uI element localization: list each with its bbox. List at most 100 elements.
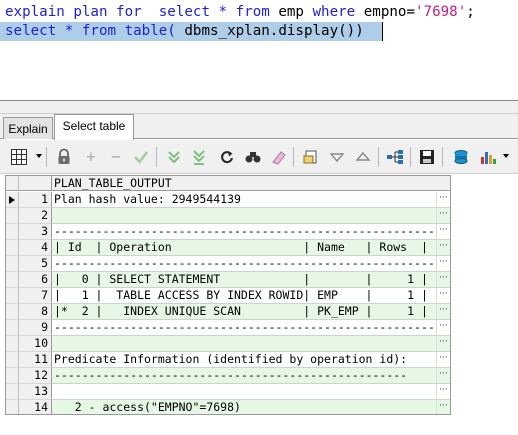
row-indicator[interactable] bbox=[6, 384, 19, 400]
plan-output-cell[interactable]: ----------------------------------------… bbox=[52, 224, 436, 240]
row-number: 6 bbox=[19, 272, 52, 288]
refresh-icon[interactable] bbox=[218, 148, 236, 166]
plan-output-cell[interactable]: |* 2 | INDEX UNIQUE SCAN | PK_EMP | 1 | bbox=[52, 304, 436, 320]
plan-output-cell[interactable]: Predicate Information (identified by ope… bbox=[52, 352, 436, 368]
column-header-plan-table-output[interactable]: PLAN_TABLE_OUTPUT bbox=[52, 176, 450, 191]
plan-output-cell[interactable]: ----------------------------------------… bbox=[52, 320, 436, 336]
table-row[interactable]: 2 ··· bbox=[6, 208, 450, 224]
row-number: 13 bbox=[19, 384, 52, 400]
plan-output-cell[interactable]: Plan hash value: 2949544139 bbox=[52, 192, 436, 208]
table-row[interactable]: 10 ··· bbox=[6, 336, 450, 352]
cell-editor-button[interactable]: ··· bbox=[436, 336, 450, 352]
indicator-header bbox=[6, 176, 19, 191]
code-token: ; bbox=[466, 4, 475, 20]
table-row[interactable]: 7 | 1 | TABLE ACCESS BY INDEX ROWID| EMP … bbox=[6, 288, 450, 304]
plan-output-cell[interactable]: | 0 | SELECT STATEMENT | | 1 | bbox=[52, 272, 436, 288]
table-row[interactable]: 11 Predicate Information (identified by o… bbox=[6, 352, 450, 368]
lock-icon[interactable] bbox=[55, 148, 73, 166]
code-line-2[interactable]: select * from table( dbms_xplan.display(… bbox=[5, 22, 364, 41]
grid-layout-icon[interactable] bbox=[10, 148, 28, 166]
cell-editor-button[interactable]: ··· bbox=[436, 272, 450, 288]
code-token: explain plan for select * from bbox=[5, 4, 279, 20]
row-indicator[interactable] bbox=[6, 272, 19, 288]
clear-icon[interactable] bbox=[270, 148, 288, 166]
row-indicator[interactable] bbox=[6, 400, 19, 414]
toolbar-separator bbox=[410, 147, 411, 167]
row-number: 3 bbox=[19, 224, 52, 240]
current-row-arrow-icon bbox=[9, 196, 15, 204]
plan-output-cell[interactable] bbox=[52, 384, 436, 400]
code-line-1[interactable]: explain plan for select * from emp where… bbox=[5, 3, 475, 22]
cell-editor-button[interactable]: ··· bbox=[436, 208, 450, 224]
cell-editor-button[interactable]: ··· bbox=[436, 192, 450, 208]
row-number: 10 bbox=[19, 336, 52, 352]
row-number: 4 bbox=[19, 240, 52, 256]
plan-output-cell[interactable]: ----------------------------------------… bbox=[52, 256, 436, 272]
code-token: '7698' bbox=[415, 4, 467, 20]
row-indicator[interactable] bbox=[6, 368, 19, 384]
table-row[interactable]: 13 ··· bbox=[6, 384, 450, 400]
add-record-icon[interactable]: + bbox=[82, 148, 100, 166]
row-indicator[interactable] bbox=[6, 224, 19, 240]
plan-output-cell[interactable]: | 1 | TABLE ACCESS BY INDEX ROWID| EMP |… bbox=[52, 288, 436, 304]
plan-output-cell[interactable]: | Id | Operation | Name | Rows | bbox=[52, 240, 436, 256]
cell-editor-button[interactable]: ··· bbox=[436, 224, 450, 240]
toolbar-separator bbox=[378, 147, 379, 167]
cell-editor-button[interactable]: ··· bbox=[436, 320, 450, 336]
cell-editor-button[interactable]: ··· bbox=[436, 240, 450, 256]
cell-editor-button[interactable]: ··· bbox=[436, 368, 450, 384]
cell-editor-button[interactable]: ··· bbox=[436, 384, 450, 400]
row-indicator[interactable] bbox=[6, 240, 19, 256]
plan-output-cell[interactable] bbox=[52, 336, 436, 352]
chart-icon[interactable] bbox=[479, 148, 497, 166]
export-icon[interactable] bbox=[452, 148, 470, 166]
table-row[interactable]: 1 Plan hash value: 2949544139 ··· bbox=[6, 192, 450, 208]
row-indicator[interactable] bbox=[6, 192, 19, 208]
cell-editor-button[interactable]: ··· bbox=[436, 352, 450, 368]
cell-editor-button[interactable]: ··· bbox=[436, 400, 450, 414]
row-number: 14 bbox=[19, 400, 52, 414]
row-indicator[interactable] bbox=[6, 336, 19, 352]
cell-editor-button[interactable]: ··· bbox=[436, 288, 450, 304]
plan-output-cell[interactable]: 2 - access("EMPNO"=7698) bbox=[52, 400, 436, 414]
fetch-next-icon[interactable] bbox=[165, 148, 183, 166]
table-row[interactable]: 6 | 0 | SELECT STATEMENT | | 1 | ··· bbox=[6, 272, 450, 288]
result-grid[interactable]: PLAN_TABLE_OUTPUT 1 Plan hash value: 2949… bbox=[5, 175, 451, 415]
table-row[interactable]: 4 | Id | Operation | Name | Rows | ··· bbox=[6, 240, 450, 256]
cell-editor-button[interactable]: ··· bbox=[436, 256, 450, 272]
table-row[interactable]: 14 2 - access("EMPNO"=7698) ··· bbox=[6, 400, 450, 414]
toolbar-separator bbox=[46, 147, 47, 167]
filter-icon[interactable] bbox=[328, 148, 346, 166]
table-row[interactable]: 8 |* 2 | INDEX UNIQUE SCAN | PK_EMP | 1 |… bbox=[6, 304, 450, 320]
pane-splitter[interactable] bbox=[0, 100, 518, 114]
row-indicator[interactable] bbox=[6, 320, 19, 336]
query-by-example-icon[interactable] bbox=[302, 148, 320, 166]
save-icon[interactable] bbox=[418, 148, 436, 166]
row-indicator[interactable] bbox=[6, 256, 19, 272]
tab-select-table[interactable]: Select table bbox=[54, 114, 134, 140]
fetch-all-icon[interactable] bbox=[190, 148, 208, 166]
code-token: dbms_xplan.display()) bbox=[184, 23, 364, 39]
sort-icon[interactable] bbox=[354, 148, 372, 166]
tree-view-icon[interactable] bbox=[386, 148, 404, 166]
plan-output-cell[interactable] bbox=[52, 208, 436, 224]
table-row[interactable]: 12 --------------------------------------… bbox=[6, 368, 450, 384]
table-row[interactable]: 3 ---------------------------------------… bbox=[6, 224, 450, 240]
chevron-down-icon[interactable] bbox=[503, 154, 509, 158]
find-icon[interactable] bbox=[244, 148, 262, 166]
plan-output-cell[interactable]: ----------------------------------------… bbox=[52, 368, 436, 384]
tab-explain[interactable]: Explain bbox=[3, 117, 53, 139]
table-row[interactable]: 9 ---------------------------------------… bbox=[6, 320, 450, 336]
row-indicator[interactable] bbox=[6, 304, 19, 320]
post-edit-icon[interactable] bbox=[132, 148, 150, 166]
row-indicator[interactable] bbox=[6, 208, 19, 224]
text-caret bbox=[382, 22, 383, 41]
row-indicator[interactable] bbox=[6, 288, 19, 304]
delete-record-icon[interactable]: − bbox=[107, 148, 125, 166]
sql-editor[interactable]: explain plan for select * from emp where… bbox=[0, 0, 518, 100]
tab-bar: Explain Select table bbox=[0, 114, 518, 140]
row-indicator[interactable] bbox=[6, 352, 19, 368]
cell-editor-button[interactable]: ··· bbox=[436, 304, 450, 320]
chevron-down-icon[interactable] bbox=[36, 154, 42, 158]
table-row[interactable]: 5 ---------------------------------------… bbox=[6, 256, 450, 272]
